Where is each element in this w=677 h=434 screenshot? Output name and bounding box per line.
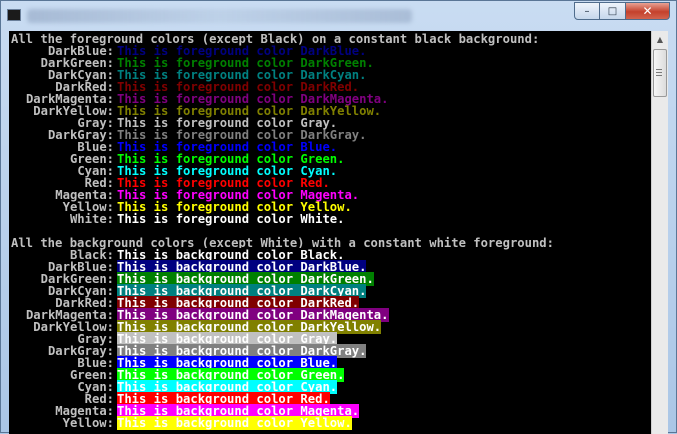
arrow-up-icon: ▲	[656, 35, 664, 44]
color-sample-text: This is background color Yellow.	[117, 416, 352, 430]
close-button[interactable]: ✕	[626, 2, 670, 20]
console-window: – □ ✕ All the foreground colors (except …	[0, 0, 677, 434]
maximize-icon: □	[607, 5, 618, 17]
close-icon: ✕	[642, 4, 653, 18]
maximize-button[interactable]: □	[600, 2, 626, 20]
console-app-icon[interactable]	[7, 9, 21, 21]
minimize-button[interactable]: –	[574, 2, 600, 20]
scroll-up-button[interactable]: ▲	[652, 31, 668, 48]
window-title-blurred	[27, 9, 412, 23]
vertical-scrollbar[interactable]: ▲	[651, 31, 668, 434]
title-bar[interactable]: – □ ✕	[1, 1, 676, 31]
color-name-label: Yellow:	[62, 416, 114, 430]
background-color-row: Yellow: This is background color Yellow.	[11, 416, 352, 430]
scrollbar-grip-icon	[656, 69, 662, 77]
color-sample-text: This is foreground color White.	[117, 212, 345, 226]
console-output[interactable]: All the foreground colors (except Black)…	[9, 31, 651, 434]
foreground-color-row: White: This is foreground color White.	[11, 212, 345, 226]
minimize-icon: –	[584, 5, 590, 17]
color-name-label: White:	[69, 212, 114, 226]
window-controls: – □ ✕	[574, 2, 670, 20]
